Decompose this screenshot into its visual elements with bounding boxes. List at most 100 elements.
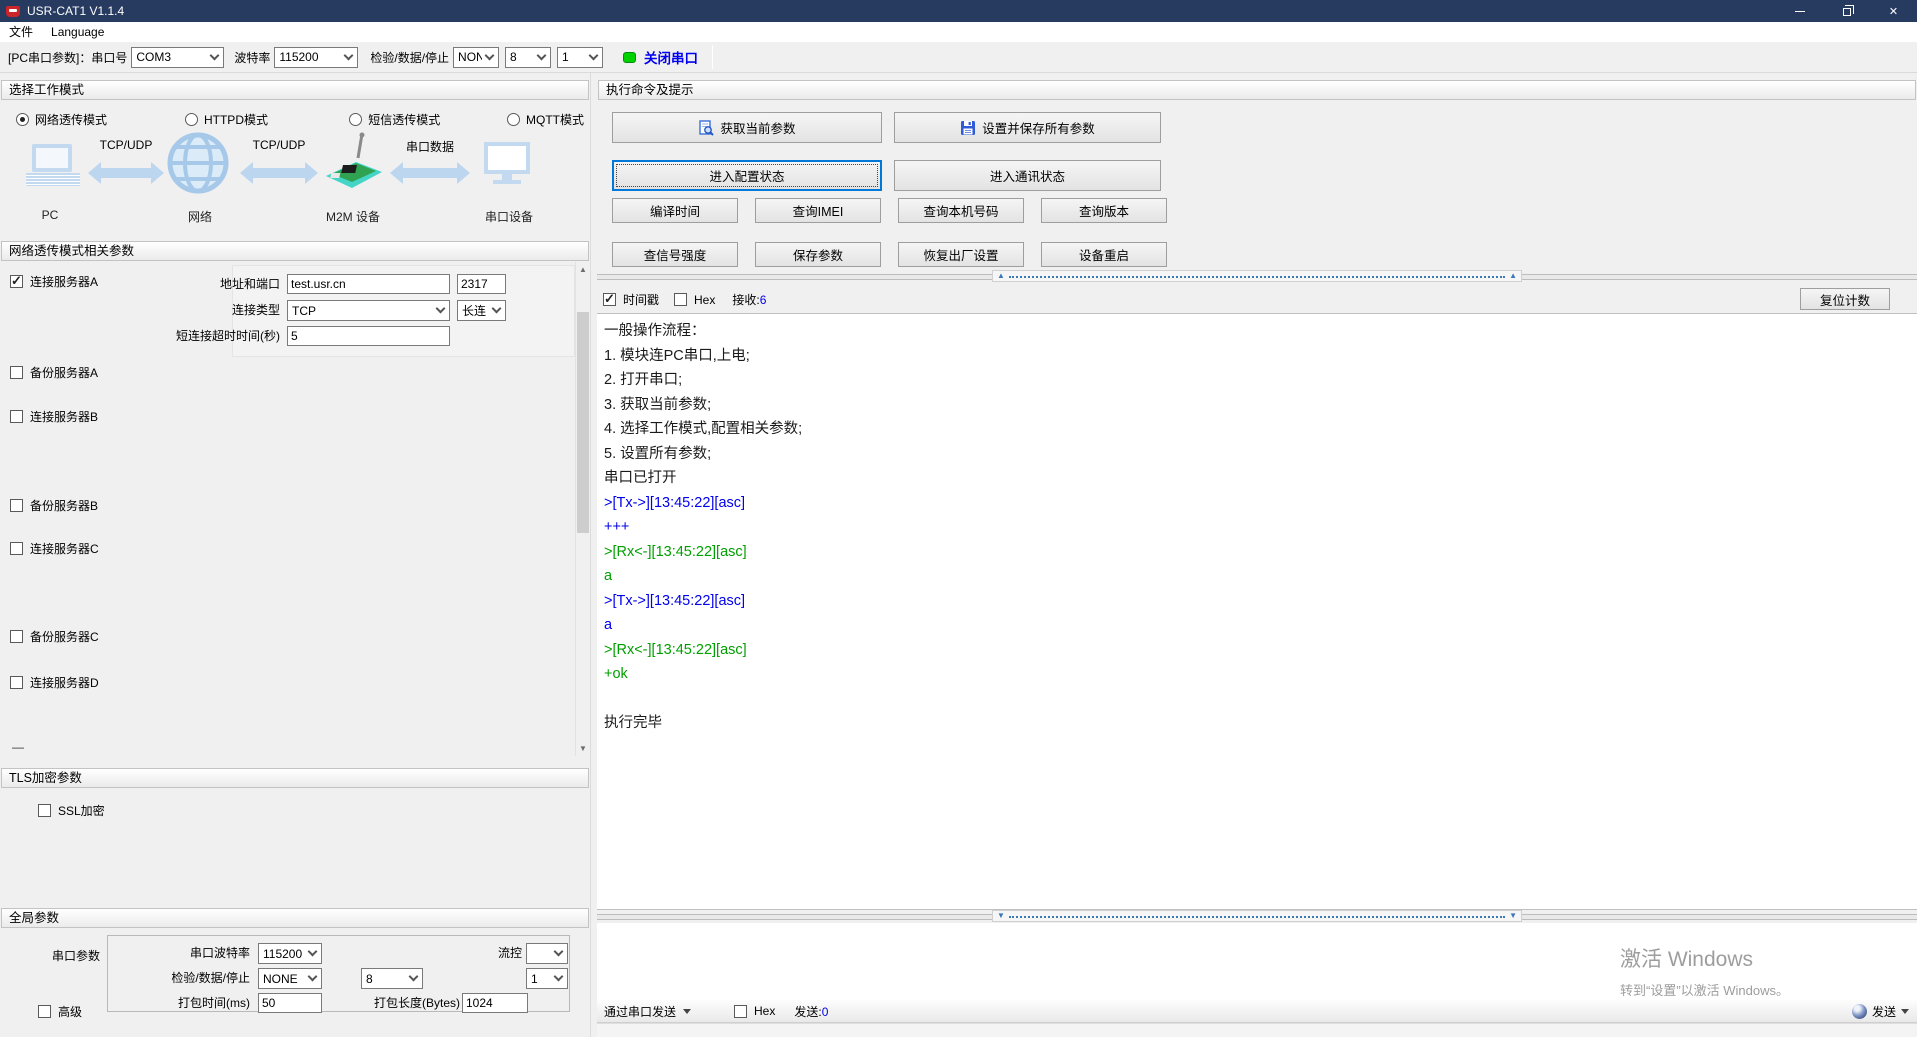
splitter-handle[interactable]: ▲ ▲ <box>992 270 1522 282</box>
g-stopbits-select[interactable]: 1 <box>526 968 568 989</box>
log-line: >[Rx<-][13:45:22][asc] <box>604 638 1917 663</box>
radio-icon <box>507 113 520 126</box>
scrollbar-thumb[interactable] <box>577 312 589 533</box>
link-label: TCP/UDP <box>240 138 318 152</box>
g-parity-select[interactable]: NONE <box>258 968 322 989</box>
checkbox-ssl[interactable]: SSL加密 <box>38 802 105 818</box>
packlen-label: 打包长度(Bytes) <box>350 993 460 1013</box>
checkbox-备份服务器A[interactable]: 备份服务器A <box>10 364 98 380</box>
databits-select[interactable]: 8 <box>505 47 551 68</box>
set-save-params-button[interactable]: 设置并保存所有参数 <box>894 112 1161 143</box>
chevron-down-icon <box>436 304 446 314</box>
reset-counter-button[interactable]: 复位计数 <box>1800 288 1890 310</box>
minimize-icon <box>1795 11 1805 12</box>
chevron-down-icon <box>344 50 354 60</box>
menu-language[interactable]: Language <box>42 22 113 42</box>
node-label: 网络 <box>168 208 232 225</box>
flow-select[interactable] <box>526 943 568 964</box>
checkbox-label: 备份服务器B <box>30 497 98 514</box>
command-button-查询IMEI[interactable]: 查询IMEI <box>755 198 881 223</box>
send-hex-checkbox[interactable] <box>734 1005 747 1018</box>
command-button-查询本机号码[interactable]: 查询本机号码 <box>898 198 1024 223</box>
server-a-port-input[interactable] <box>457 274 506 294</box>
short-conn-timeout-input[interactable] <box>287 326 450 346</box>
checkbox-server-a[interactable]: 连接服务器A <box>10 273 98 289</box>
command-button-保存参数[interactable]: 保存参数 <box>755 242 881 267</box>
windows-watermark: 激活 Windows 转到“设置”以激活 Windows。 <box>1620 943 1789 999</box>
arrow-icon <box>88 162 164 184</box>
recv-hex-checkbox[interactable] <box>674 293 687 306</box>
conn-type-select[interactable]: TCP <box>287 300 450 321</box>
send-splitter: ▼ ▼ <box>597 910 1917 923</box>
command-button-编译时间[interactable]: 编译时间 <box>612 198 738 223</box>
scroll-down-icon[interactable]: ▼ <box>576 741 590 756</box>
log-line: a <box>604 613 1917 638</box>
minimize-button[interactable] <box>1776 0 1823 22</box>
command-button-查信号强度[interactable]: 查信号强度 <box>612 242 738 267</box>
send-mode-dropdown[interactable]: 通过串口发送 <box>604 1003 676 1020</box>
baud-select[interactable]: 115200 <box>274 47 358 68</box>
radio-label: 短信透传模式 <box>368 111 440 128</box>
checkbox-label: 备份服务器C <box>30 628 99 645</box>
log-output[interactable]: 一般操作流程：1. 模块连PC串口,上电;2. 打开串口;3. 获取当前参数;4… <box>597 313 1917 910</box>
checkbox-连接服务器D[interactable]: 连接服务器D <box>10 674 99 690</box>
splitter-dots <box>1009 916 1505 918</box>
com-port-select[interactable]: COM3 <box>131 47 224 68</box>
server-a-address-input[interactable] <box>287 274 450 294</box>
command-button-设备重启[interactable]: 设备重启 <box>1041 242 1167 267</box>
packtime-input[interactable] <box>258 993 322 1013</box>
log-line <box>604 687 1917 712</box>
serial-device-icon <box>484 142 530 184</box>
checkbox-备份服务器B[interactable]: 备份服务器B <box>10 497 98 513</box>
collapse-down-icon: ▼ <box>997 912 1005 920</box>
work-mode-radio-0[interactable]: 网络透传模式 <box>16 111 185 128</box>
menu-file[interactable]: 文件 <box>0 22 42 42</box>
send-hex-label: Hex <box>754 1004 775 1018</box>
checkbox-icon <box>10 630 23 643</box>
work-mode-radio-3[interactable]: MQTT模式 <box>507 111 584 128</box>
close-button[interactable] <box>1870 0 1917 22</box>
checkbox-label: 连接服务器C <box>30 540 99 557</box>
baud-label: 波特率 <box>234 49 270 66</box>
dropdown-arrow-icon <box>1901 1009 1909 1018</box>
splitter-handle[interactable]: ▼ ▼ <box>992 910 1522 922</box>
chevron-down-icon <box>485 50 495 60</box>
parity-select[interactable]: NONI <box>453 47 499 68</box>
enter-config-state-button[interactable]: 进入配置状态 <box>612 160 882 191</box>
dropdown-arrow-icon[interactable] <box>683 1009 691 1018</box>
parity-label: 检验/数据/停止 <box>370 49 449 66</box>
close-port-button[interactable]: 关闭串口 <box>644 47 698 67</box>
checkbox-备份服务器C[interactable]: 备份服务器C <box>10 628 99 644</box>
work-mode-radios: 网络透传模式 HTTPD模式 短信透传模式 MQTT模式 <box>16 111 584 128</box>
send-button[interactable]: 发送 <box>1852 1003 1909 1020</box>
work-mode-radio-2[interactable]: 短信透传模式 <box>349 111 507 128</box>
packlen-input[interactable] <box>462 993 528 1013</box>
radio-icon <box>185 113 198 126</box>
arrow-icon <box>390 162 470 184</box>
work-mode-radio-1[interactable]: HTTPD模式 <box>185 111 349 128</box>
command-button-查询版本[interactable]: 查询版本 <box>1041 198 1167 223</box>
radio-label: 网络透传模式 <box>35 111 107 128</box>
enter-comm-state-button[interactable]: 进入通讯状态 <box>894 160 1161 191</box>
g-databits-select[interactable]: 8 <box>361 968 423 989</box>
pc-icon <box>26 144 80 186</box>
params-scrollbar[interactable]: ▲ ▼ <box>575 262 589 756</box>
collapse-up-icon: ▲ <box>997 272 1005 280</box>
conn-mode-select[interactable]: 长连 <box>457 300 506 321</box>
command-button-恢复出厂设置[interactable]: 恢复出厂设置 <box>898 242 1024 267</box>
send-input-area[interactable]: 激活 Windows 转到“设置”以激活 Windows。 <box>597 923 1917 1000</box>
addr-label: 地址和端口 <box>160 274 280 294</box>
checkbox-advanced[interactable]: 高级 <box>38 1003 82 1020</box>
get-params-button[interactable]: 获取当前参数 <box>612 112 882 143</box>
timestamp-checkbox[interactable] <box>603 293 616 306</box>
checkbox-label: 连接服务器D <box>30 674 99 691</box>
send-globe-icon <box>1852 1004 1867 1019</box>
link-label: TCP/UDP <box>88 138 164 152</box>
g-baud-select[interactable]: 115200 <box>258 943 322 964</box>
checkbox-连接服务器B[interactable]: 连接服务器B <box>10 408 98 424</box>
port-open-led-icon <box>623 52 636 63</box>
checkbox-连接服务器C[interactable]: 连接服务器C <box>10 540 99 556</box>
maximize-button[interactable] <box>1823 0 1870 22</box>
stopbits-select[interactable]: 1 <box>557 47 603 68</box>
scroll-up-icon[interactable]: ▲ <box>576 262 590 277</box>
